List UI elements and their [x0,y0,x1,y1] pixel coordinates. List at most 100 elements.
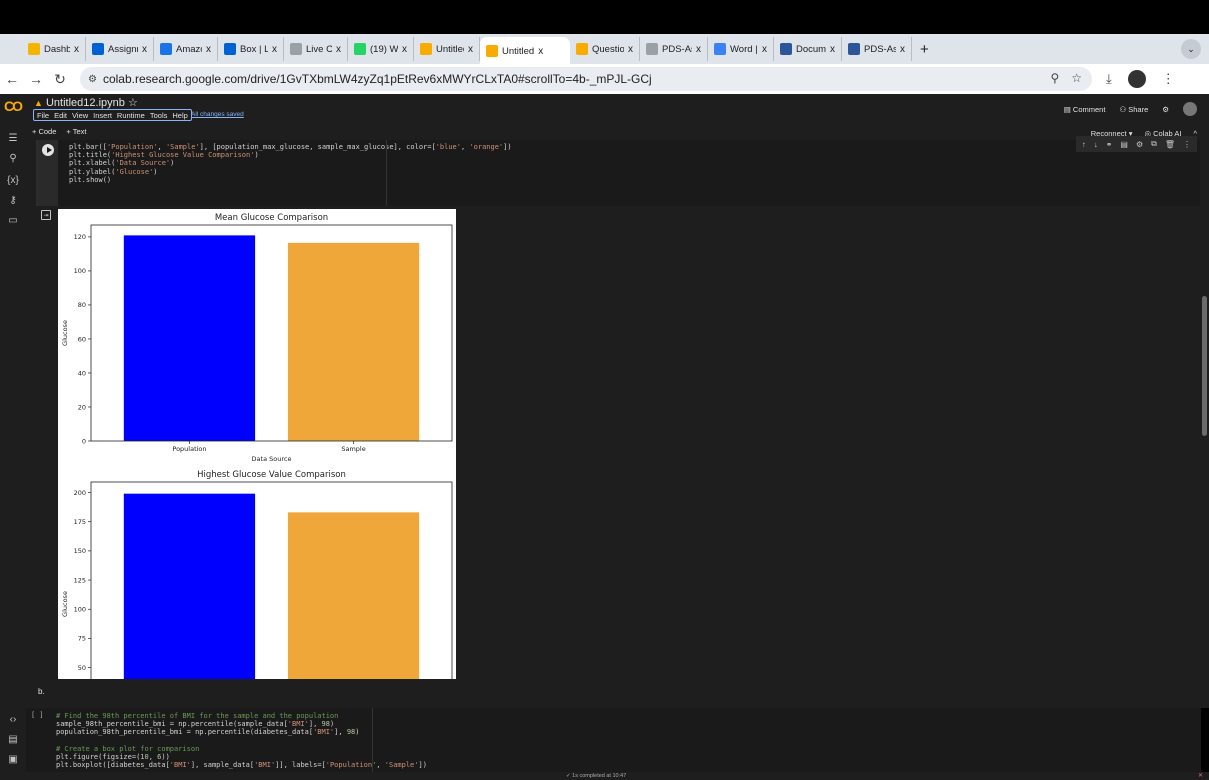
y-tick-label: 200 [74,489,86,497]
link-icon[interactable]: ⚭ [1106,140,1113,149]
menu-runtime[interactable]: Runtime [117,111,145,120]
code-text-1: plt.bar(['Population', 'Sample'], [popul… [69,143,512,184]
browser-tab[interactable]: (19) Wha x [348,37,414,61]
download-icon[interactable]: ⤓ [1106,71,1112,87]
bookmark-star-icon[interactable]: ☆ [1071,71,1082,85]
colab-logo[interactable]: CO [4,98,23,114]
browser-tab[interactable]: Amazonx [154,37,218,61]
command-palette-icon[interactable]: ▤ [6,732,20,746]
word-favicon-icon [780,43,792,55]
cell-gutter [38,140,58,206]
reload-icon[interactable]: ↻ [48,71,72,88]
browser-tab[interactable]: Assignm x [86,37,154,61]
page-scrollbar[interactable] [1200,140,1209,680]
menu-edit[interactable]: Edit [54,111,67,120]
tab-close-icon[interactable]: x [900,44,905,55]
share-button[interactable]: ⚇ Share [1119,105,1148,114]
browser-tab[interactable]: Dashboa x [22,37,86,61]
files-folder-icon[interactable]: ▭ [6,213,20,227]
profile-avatar[interactable] [1127,70,1146,88]
menu-view[interactable]: View [72,111,88,120]
tab-close-icon[interactable]: x [206,44,211,55]
more-options-icon[interactable]: ⋮ [1183,140,1191,149]
browser-tab[interactable]: Documex [774,37,842,61]
menu-help[interactable]: Help [172,111,187,120]
tab-label: Untitled [436,43,464,55]
y-tick-label: 20 [78,403,86,411]
tab-close-icon[interactable]: x [538,46,543,57]
variables-icon[interactable]: {x} [6,173,20,187]
tab-close-icon[interactable]: x [628,44,633,55]
browser-tab[interactable]: Question x [570,37,640,61]
y-tick-label: 75 [78,635,86,643]
amazon-favicon-icon [160,43,172,55]
user-avatar[interactable] [1183,102,1197,116]
tab-close-icon[interactable]: x [830,44,835,55]
text-cell-b[interactable]: b. [26,680,1209,708]
scrollbar-thumb[interactable] [1202,296,1207,436]
status-close-icon[interactable]: ✕ [1198,772,1203,779]
search-icon[interactable]: ⚲ [6,151,20,165]
zoom-icon[interactable]: ⚲ [1050,71,1059,85]
share-label: Share [1128,104,1149,114]
y-tick-label: 125 [74,576,86,584]
bar-sample [287,242,420,441]
browser-tab[interactable]: Live Cric x [284,37,348,61]
terminal-icon[interactable]: ▣ [6,752,20,766]
add-code-button[interactable]: + Code [32,127,56,136]
move-up-arrow-icon[interactable]: ↑ [1082,140,1086,149]
tab-close-icon[interactable]: x [336,44,341,55]
url-omnibox[interactable]: ⚙ colab.research.google.com/drive/1GvTXb… [80,67,1092,91]
code-snippets-icon[interactable]: ‹› [6,712,20,726]
menu-file[interactable]: File [37,111,49,120]
execution-status[interactable]: ✓ 1s completed at 10:47 [566,773,626,779]
tab-close-icon[interactable]: x [468,44,473,55]
tab-close-icon[interactable]: x [762,44,767,55]
table-of-contents-icon[interactable]: ☰ [6,131,20,145]
tab-close-icon[interactable]: x [142,44,147,55]
notebook-title[interactable]: Untitled12.ipynb [46,97,125,109]
mirror-cell-icon[interactable]: ⧉ [1151,139,1157,149]
y-tick-label: 100 [74,267,86,275]
forward-arrow-icon[interactable]: → [24,71,48,87]
code-line: plt.ylabel('Glucose') [69,167,158,176]
tab-close-icon[interactable]: x [272,44,277,55]
comment-icon[interactable]: ▤ [1120,140,1128,149]
browser-tab[interactable]: Untitled x [414,37,480,61]
cell-execution-bracket[interactable]: [ ] [31,711,44,719]
tab-close-icon[interactable]: x [74,44,79,55]
output-menu-icon[interactable]: ⇥ [41,210,51,220]
whatsapp-favicon-icon [354,43,366,55]
comment-button[interactable]: ▤ Comment [1064,105,1106,114]
code-cell-2[interactable]: [ ] # Find the 98th percentile of BMI fo… [26,708,1201,772]
code-editor-1[interactable]: plt.bar(['Population', 'Sample'], [popul… [36,136,1201,206]
browser-tab[interactable]: Box | Log x [218,37,284,61]
run-cell-icon[interactable] [42,144,54,156]
cell-settings-gear-icon[interactable]: ⚙ [1136,140,1143,149]
settings-gear-icon[interactable]: ⚙ [1162,105,1169,114]
back-arrow-icon[interactable]: ← [0,71,24,87]
browser-tab[interactable]: PDS-Ass x [640,37,708,61]
browser-tab[interactable]: PDS-Ass x [842,37,912,61]
site-settings-icon[interactable]: ⚙ [88,74,97,85]
cell-output: Mean Glucose Comparison Population Sample 0… [58,209,456,679]
delete-trash-icon[interactable]: 🗑 [1165,140,1175,149]
browser-tab[interactable]: Word | M x [708,37,774,61]
tab-search-chevron-icon[interactable]: ⌄ [1181,39,1201,59]
y-tick-label: 150 [74,547,86,555]
move-down-arrow-icon[interactable]: ↓ [1094,140,1098,149]
menu-insert[interactable]: Insert [93,111,112,120]
browser-menu-icon[interactable]: ⋮ [1162,71,1175,87]
tab-close-icon[interactable]: x [696,44,701,55]
tab-close-icon[interactable]: x [402,44,407,55]
browser-tab[interactable]: Untitledx [480,37,570,65]
tab-label: Word | M [730,43,758,55]
colab-favicon-icon [576,43,588,55]
y-tick-label: 175 [74,518,86,526]
save-status[interactable]: All changes saved [191,111,244,118]
new-tab-button[interactable]: + [920,41,929,58]
menu-tools[interactable]: Tools [150,111,168,120]
secrets-key-icon[interactable]: ⚷ [6,193,20,207]
add-text-button[interactable]: + Text [66,127,86,136]
star-icon[interactable]: ☆ [128,97,138,109]
